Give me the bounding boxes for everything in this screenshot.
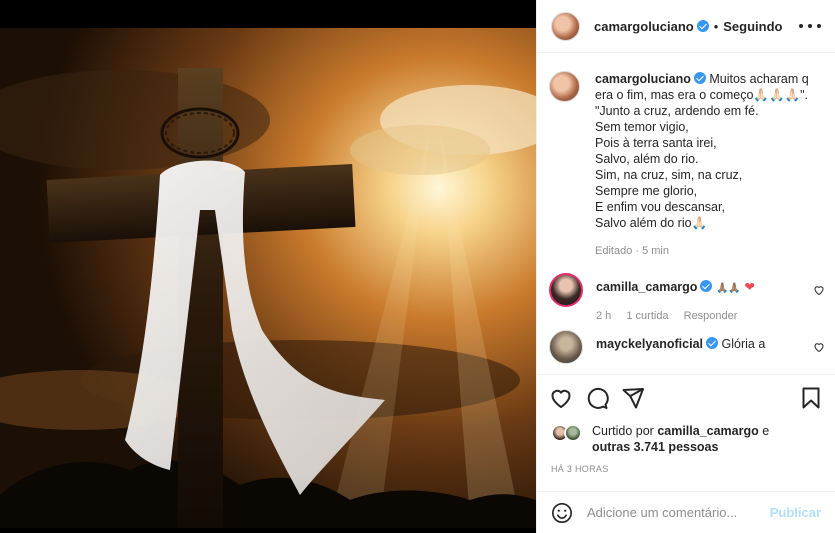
liked-by-prefix: Curtido por bbox=[592, 424, 658, 438]
caption-author-avatar[interactable] bbox=[549, 71, 580, 102]
bookmark-icon[interactable] bbox=[799, 386, 823, 410]
emoji-icon[interactable] bbox=[551, 502, 573, 524]
author-username[interactable]: camargoluciano bbox=[594, 19, 694, 34]
comment-input[interactable] bbox=[587, 505, 770, 520]
post-header: camargoluciano • Seguindo bbox=[537, 0, 835, 53]
publish-button[interactable]: Publicar bbox=[770, 505, 821, 520]
commenter-username[interactable]: camilla_camargo bbox=[596, 280, 697, 294]
post-image[interactable] bbox=[0, 0, 536, 533]
caption-line: Pois à terra santa irei, bbox=[595, 136, 717, 150]
caption-line: Salvo, além do rio. bbox=[595, 152, 699, 166]
verified-icon bbox=[696, 20, 709, 32]
following-button[interactable]: Seguindo bbox=[723, 19, 782, 34]
caption-line: Sim, na cruz, sim, na cruz, bbox=[595, 168, 743, 182]
comment-item: mayckelyanoficial Glória a bbox=[537, 330, 835, 364]
liked-by: Curtido por camilla_camargo e outras 3.7… bbox=[537, 421, 835, 455]
comments-list[interactable]: camargoluciano Muitos acharam q era o fi… bbox=[537, 53, 835, 373]
verified-icon bbox=[693, 72, 706, 84]
more-icon[interactable] bbox=[799, 24, 821, 28]
action-bar bbox=[537, 375, 835, 421]
comment-item: camilla_camargo 🙏🏽🙏🏽 ❤ 2 h 1 curtida Res… bbox=[537, 273, 835, 322]
verified-icon bbox=[700, 280, 713, 292]
comment-likes[interactable]: 1 curtida bbox=[626, 310, 668, 322]
share-icon[interactable] bbox=[621, 386, 645, 410]
like-comment-heart-icon[interactable] bbox=[813, 284, 825, 296]
post-footer: Curtido por camilla_camargo e outras 3.7… bbox=[537, 374, 835, 533]
cross-sunset-image bbox=[0, 0, 536, 533]
comment-text: Glória a bbox=[721, 337, 766, 351]
liker-avatars[interactable] bbox=[551, 423, 589, 443]
liked-by-user[interactable]: camilla_camargo bbox=[657, 424, 758, 438]
commenter-avatar[interactable] bbox=[549, 330, 583, 364]
caption-line: "Junto a cruz, ardendo em fé. bbox=[595, 104, 759, 118]
separator-dot: • bbox=[713, 18, 719, 34]
author-avatar[interactable] bbox=[551, 11, 580, 41]
reply-button[interactable]: Responder bbox=[684, 310, 738, 322]
caption-line: E enfim vou descansar, bbox=[595, 200, 725, 214]
caption-username[interactable]: camargoluciano bbox=[595, 72, 691, 86]
caption-line: Salvo além do rio🙏🏻 bbox=[595, 216, 708, 230]
post-caption: camargoluciano Muitos acharam q era o fi… bbox=[537, 53, 835, 259]
post-side-panel: camargoluciano • Seguindo camargoluciano… bbox=[536, 0, 835, 533]
comment-icon[interactable] bbox=[585, 386, 609, 410]
add-comment-bar: Publicar bbox=[537, 491, 835, 533]
liked-by-middle: e bbox=[758, 424, 770, 438]
heart-icon[interactable] bbox=[549, 386, 573, 410]
red-heart-emoji: ❤ bbox=[744, 280, 755, 294]
comment-text: 🙏🏽🙏🏽 bbox=[715, 283, 741, 294]
like-comment-heart-icon[interactable] bbox=[813, 341, 825, 353]
comment-time: 2 h bbox=[596, 310, 612, 322]
caption-line: Sem temor vigio, bbox=[595, 120, 689, 134]
post-timestamp[interactable]: Há 3 horas bbox=[537, 455, 835, 474]
caption-line: Sempre me glorio, bbox=[595, 184, 698, 198]
caption-meta: Editado · 5 min bbox=[595, 245, 669, 257]
verified-icon bbox=[706, 337, 719, 349]
liked-by-count[interactable]: outras 3.741 pessoas bbox=[592, 440, 718, 454]
commenter-avatar[interactable] bbox=[549, 273, 583, 307]
commenter-username[interactable]: mayckelyanoficial bbox=[596, 337, 703, 351]
